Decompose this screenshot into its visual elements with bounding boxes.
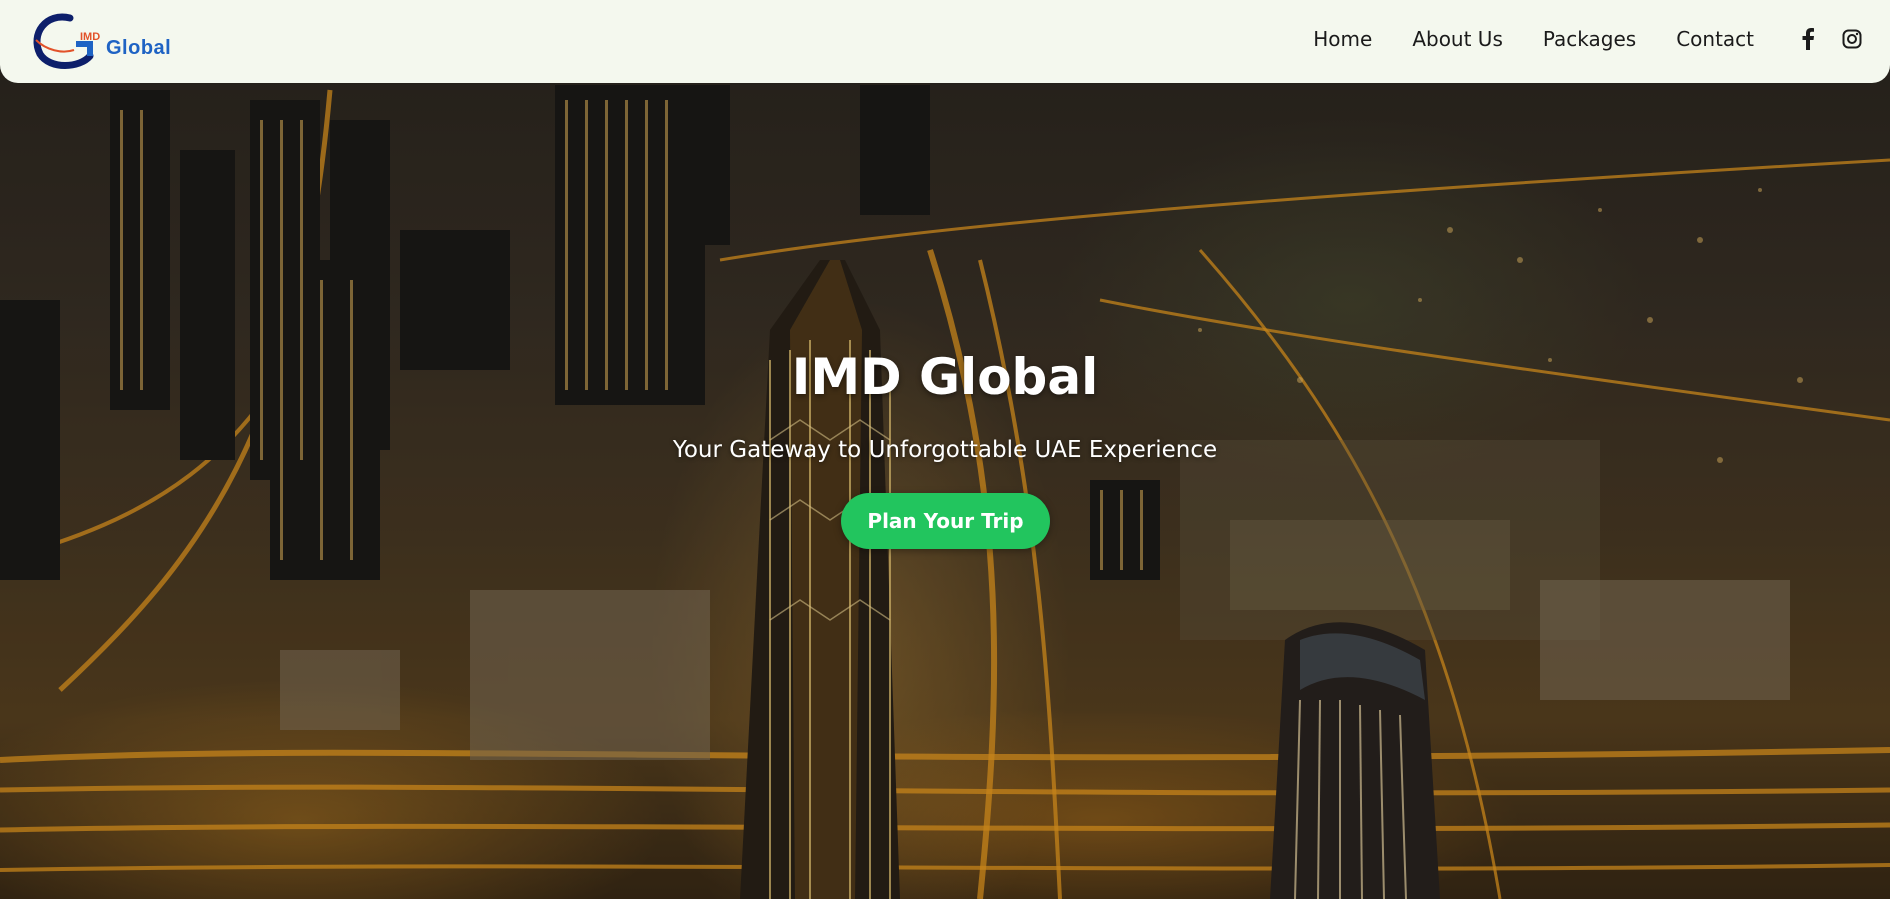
nav-contact-link[interactable]: Contact [1676,27,1754,51]
nav-home-link[interactable]: Home [1313,27,1372,51]
logo-small-text: IMD [80,31,101,43]
hero-title: IMD Global [791,348,1099,406]
site-header: IMD Global Home About Us Packages Contac… [0,0,1890,83]
nav-packages-link[interactable]: Packages [1543,27,1636,51]
facebook-icon[interactable] [1796,27,1820,51]
instagram-icon[interactable] [1840,27,1864,51]
main-nav: Home About Us Packages Contact [1313,0,1890,78]
brand-logo[interactable]: IMD Global [28,10,171,70]
page: IMD Global Home About Us Packages Contac… [0,0,1890,899]
plan-your-trip-button[interactable]: Plan Your Trip [841,493,1050,549]
hero-subtitle: Your Gateway to Unforgottable UAE Experi… [672,437,1218,463]
logo-text: Global [106,37,172,59]
nav-about-link[interactable]: About Us [1412,27,1503,51]
social-links [1776,27,1864,51]
